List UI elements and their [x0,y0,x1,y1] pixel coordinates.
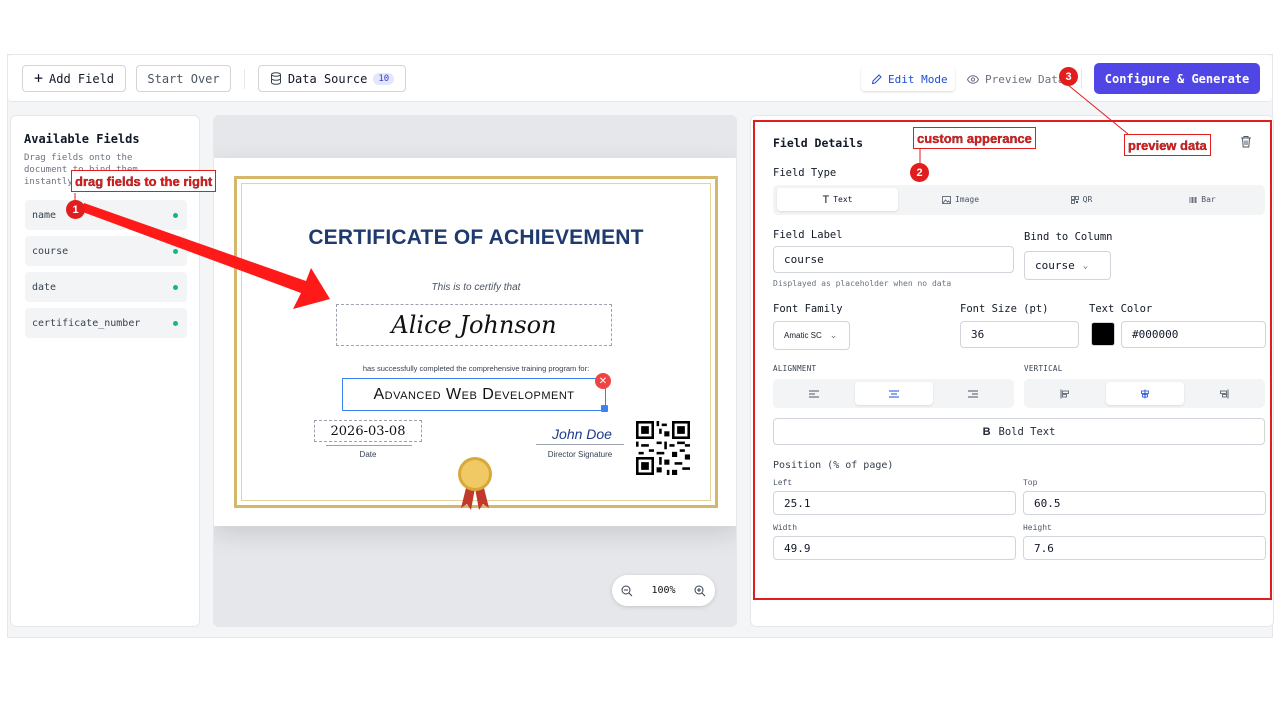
field-item-label: course [32,245,69,257]
signature-label: Director Signature [547,450,613,459]
resize-handle[interactable] [601,405,608,412]
document-canvas: CERTIFICATE OF ACHIEVEMENT This is to ce… [213,115,737,627]
field-item-label: date [32,281,57,293]
signature-line [536,444,624,445]
zoom-out-icon[interactable] [621,585,633,597]
plus-icon: + [33,69,43,87]
start-over-label: Start Over [147,71,220,86]
name-field-box[interactable]: Alice Johnson [336,304,612,346]
status-dot [173,321,178,326]
annotation-number-2: 2 [910,163,929,182]
annotation-note-2: custom apperance [913,127,1036,149]
remove-field-button[interactable]: ✕ [595,373,611,389]
course-field-box[interactable]: Advanced Web Development [342,378,606,411]
status-dot [173,285,178,290]
award-seal-icon [458,457,492,510]
toolbar: + Add Field Start Over Data Source 10 Ed… [8,55,1272,102]
annotation-highlight-box [753,120,1272,600]
data-source-count-badge: 10 [373,72,395,85]
database-icon [270,72,281,85]
edit-mode-button[interactable]: Edit Mode [861,67,955,91]
status-dot [173,213,178,218]
date-label: Date [359,450,377,459]
annotation-note-1: drag fields to the right [71,170,217,192]
annotation-note-3: preview data [1124,134,1211,156]
zoom-controls: 100% [612,575,715,606]
close-icon: ✕ [598,375,608,387]
zoom-in-icon[interactable] [694,585,706,597]
start-over-button[interactable]: Start Over [136,65,231,92]
configure-generate-label: Configure & Generate [1104,71,1250,86]
field-item-label: name [32,209,57,221]
recipient-name: Alice Johnson [391,311,557,339]
annotation-number-3: 3 [1059,67,1078,86]
add-field-label: Add Field [49,71,115,86]
field-item-certificate-number[interactable]: certificate_number [25,308,187,338]
edit-mode-label: Edit Mode [888,72,948,86]
preview-data-label: Preview Data [985,72,1065,86]
preview-data-button[interactable]: Preview Data [965,67,1065,91]
add-field-button[interactable]: + Add Field [22,65,126,92]
date-field-box[interactable]: 2026-03-08 [314,420,422,442]
available-fields-title: Available Fields [24,132,140,146]
zoom-level: 100% [651,585,676,596]
configure-generate-button[interactable]: Configure & Generate [1094,63,1260,94]
toolbar-divider [244,69,245,89]
date-value: 2026-03-08 [330,423,406,439]
certificate-page: CERTIFICATE OF ACHIEVEMENT This is to ce… [214,158,736,526]
field-item-course[interactable]: course [25,236,187,266]
completed-text: has successfully completed the comprehen… [362,364,590,373]
annotation-number-1: 1 [66,200,85,219]
data-source-label: Data Source [287,71,368,86]
pencil-icon [871,73,882,84]
certify-text: This is to certify that [431,282,521,293]
status-dot [173,249,178,254]
course-name: Advanced Web Development [373,385,575,403]
signature: John Doe [552,426,612,442]
field-item-name[interactable]: name [25,200,187,230]
toolbar-divider [1081,69,1082,89]
date-line [326,445,412,446]
field-item-label: certificate_number [32,317,141,329]
field-item-date[interactable]: date [25,272,187,302]
eye-icon [967,74,979,84]
certificate-title: CERTIFICATE OF ACHIEVEMENT [308,226,644,249]
qr-code[interactable] [636,421,690,475]
data-source-button[interactable]: Data Source 10 [258,65,406,92]
